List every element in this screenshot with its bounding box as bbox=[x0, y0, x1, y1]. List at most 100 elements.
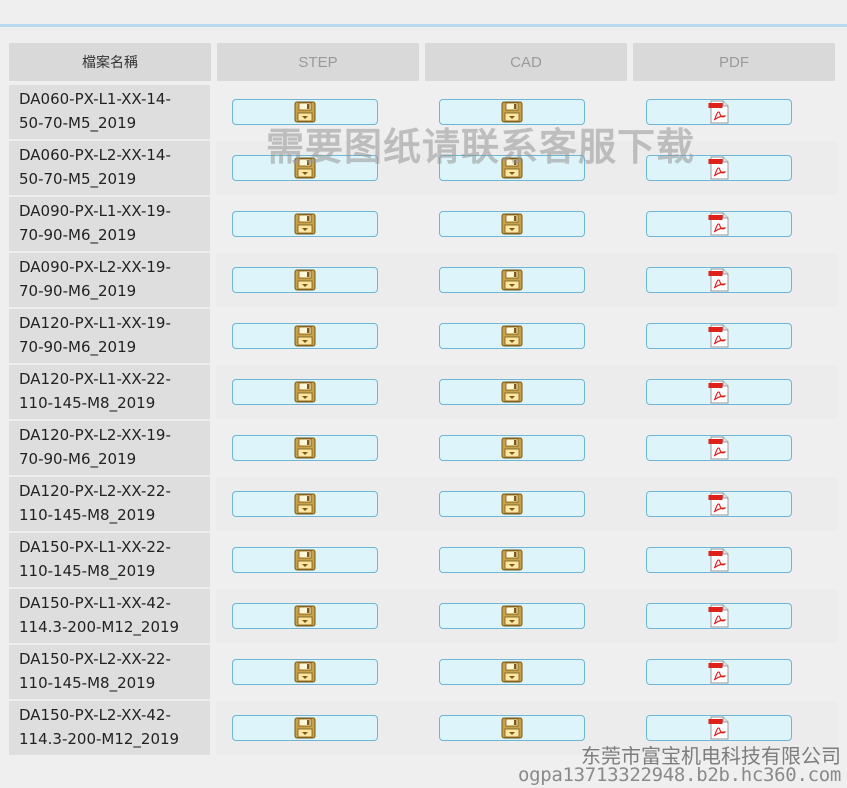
floppy-disk-icon bbox=[501, 269, 523, 291]
pdf-download-button[interactable] bbox=[646, 435, 793, 461]
cad-download-button[interactable] bbox=[439, 547, 586, 573]
pdf-cell bbox=[630, 141, 838, 195]
file-name-line2: 110-145-M8_2019 bbox=[19, 506, 156, 524]
file-name-line1: DA120-PX-L1-XX-22- bbox=[19, 370, 171, 388]
step-download-button[interactable] bbox=[231, 267, 378, 293]
cad-cell bbox=[423, 253, 631, 307]
cad-cell bbox=[423, 365, 631, 419]
floppy-disk-icon bbox=[294, 493, 316, 515]
table-row: DA060-PX-L2-XX-14- 50-70-M5_2019 bbox=[9, 141, 838, 195]
floppy-disk-icon bbox=[501, 381, 523, 403]
cad-cell bbox=[423, 421, 631, 475]
file-name-line1: DA150-PX-L2-XX-22- bbox=[19, 650, 171, 668]
floppy-disk-icon bbox=[294, 437, 316, 459]
pdf-download-button[interactable] bbox=[646, 547, 793, 573]
step-download-button[interactable] bbox=[231, 379, 378, 405]
table-row: DA120-PX-L2-XX-22- 110-145-M8_2019 bbox=[9, 477, 838, 531]
file-name-line1: DA120-PX-L1-XX-19- bbox=[19, 314, 171, 332]
file-name-line2: 50-70-M5_2019 bbox=[19, 170, 137, 188]
cad-download-button[interactable] bbox=[439, 99, 586, 125]
cad-download-button[interactable] bbox=[439, 491, 586, 517]
step-download-button[interactable] bbox=[231, 99, 378, 125]
file-name-line2: 70-90-M6_2019 bbox=[19, 450, 137, 468]
cad-cell bbox=[423, 141, 631, 195]
step-download-button[interactable] bbox=[231, 435, 378, 461]
table-row: DA120-PX-L2-XX-19- 70-90-M6_2019 bbox=[9, 421, 838, 475]
step-download-button[interactable] bbox=[231, 659, 378, 685]
file-name-cell: DA090-PX-L2-XX-19- 70-90-M6_2019 bbox=[9, 253, 211, 307]
cad-cell bbox=[423, 645, 631, 699]
pdf-download-button[interactable] bbox=[646, 267, 793, 293]
header-file-name: 檔案名稱 bbox=[9, 43, 211, 81]
step-download-button[interactable] bbox=[231, 715, 378, 741]
pdf-file-icon bbox=[708, 156, 730, 180]
table-row: DA090-PX-L1-XX-19- 70-90-M6_2019 bbox=[9, 197, 838, 251]
pdf-download-button[interactable] bbox=[646, 603, 793, 629]
file-name-cell: DA120-PX-L2-XX-22- 110-145-M8_2019 bbox=[9, 477, 211, 531]
file-name-line2: 110-145-M8_2019 bbox=[19, 394, 156, 412]
table-row: DA150-PX-L1-XX-42- 114.3-200-M12_2019 bbox=[9, 589, 838, 643]
floppy-disk-icon bbox=[501, 493, 523, 515]
file-name-line2: 114.3-200-M12_2019 bbox=[19, 618, 180, 636]
cad-download-button[interactable] bbox=[439, 715, 586, 741]
cad-download-button[interactable] bbox=[439, 323, 586, 349]
cad-download-button[interactable] bbox=[439, 155, 586, 181]
file-name-cell: DA060-PX-L1-XX-14- 50-70-M5_2019 bbox=[9, 85, 211, 139]
pdf-cell bbox=[630, 197, 838, 251]
file-name-line1: DA060-PX-L2-XX-14- bbox=[19, 146, 171, 164]
cad-cell bbox=[423, 533, 631, 587]
pdf-file-icon bbox=[708, 716, 730, 740]
file-name-line2: 70-90-M6_2019 bbox=[19, 226, 137, 244]
pdf-download-button[interactable] bbox=[646, 491, 793, 517]
floppy-disk-icon bbox=[501, 661, 523, 683]
pdf-download-button[interactable] bbox=[646, 715, 793, 741]
pdf-download-button[interactable] bbox=[646, 99, 793, 125]
file-name-line1: DA150-PX-L1-XX-42- bbox=[19, 594, 171, 612]
pdf-download-button[interactable] bbox=[646, 379, 793, 405]
step-cell bbox=[216, 197, 424, 251]
floppy-disk-icon bbox=[501, 157, 523, 179]
step-cell bbox=[216, 141, 424, 195]
step-cell bbox=[216, 589, 424, 643]
cad-download-button[interactable] bbox=[439, 435, 586, 461]
floppy-disk-icon bbox=[501, 213, 523, 235]
pdf-download-button[interactable] bbox=[646, 211, 793, 237]
step-cell bbox=[216, 477, 424, 531]
cad-download-button[interactable] bbox=[439, 267, 586, 293]
pdf-download-button[interactable] bbox=[646, 659, 793, 685]
pdf-cell bbox=[630, 645, 838, 699]
cad-download-button[interactable] bbox=[439, 603, 586, 629]
step-download-button[interactable] bbox=[231, 211, 378, 237]
cad-download-button[interactable] bbox=[439, 379, 586, 405]
header-pdf: PDF bbox=[633, 43, 835, 81]
file-name-cell: DA150-PX-L2-XX-42- 114.3-200-M12_2019 bbox=[9, 701, 211, 755]
pdf-download-button[interactable] bbox=[646, 323, 793, 349]
floppy-disk-icon bbox=[294, 325, 316, 347]
step-cell bbox=[216, 85, 424, 139]
floppy-disk-icon bbox=[501, 325, 523, 347]
floppy-disk-icon bbox=[294, 269, 316, 291]
floppy-disk-icon bbox=[501, 549, 523, 571]
file-name-line2: 110-145-M8_2019 bbox=[19, 674, 156, 692]
table-row: DA120-PX-L1-XX-22- 110-145-M8_2019 bbox=[9, 365, 838, 419]
cad-download-button[interactable] bbox=[439, 211, 586, 237]
footer-url: ogpa13713322948.b2b.hc360.com bbox=[517, 764, 841, 786]
pdf-download-button[interactable] bbox=[646, 155, 793, 181]
step-download-button[interactable] bbox=[231, 323, 378, 349]
step-download-button[interactable] bbox=[231, 155, 378, 181]
file-name-line1: DA090-PX-L1-XX-19- bbox=[19, 202, 171, 220]
file-name-cell: DA090-PX-L1-XX-19- 70-90-M6_2019 bbox=[9, 197, 211, 251]
step-cell bbox=[216, 645, 424, 699]
pdf-file-icon bbox=[708, 436, 730, 460]
pdf-cell bbox=[630, 309, 838, 363]
cad-cell bbox=[423, 197, 631, 251]
step-download-button[interactable] bbox=[231, 547, 378, 573]
step-download-button[interactable] bbox=[231, 603, 378, 629]
pdf-file-icon bbox=[708, 268, 730, 292]
table-row: DA150-PX-L1-XX-22- 110-145-M8_2019 bbox=[9, 533, 838, 587]
cad-download-button[interactable] bbox=[439, 659, 586, 685]
pdf-cell bbox=[630, 365, 838, 419]
pdf-file-icon bbox=[708, 212, 730, 236]
step-download-button[interactable] bbox=[231, 491, 378, 517]
file-name-line2: 70-90-M6_2019 bbox=[19, 282, 137, 300]
